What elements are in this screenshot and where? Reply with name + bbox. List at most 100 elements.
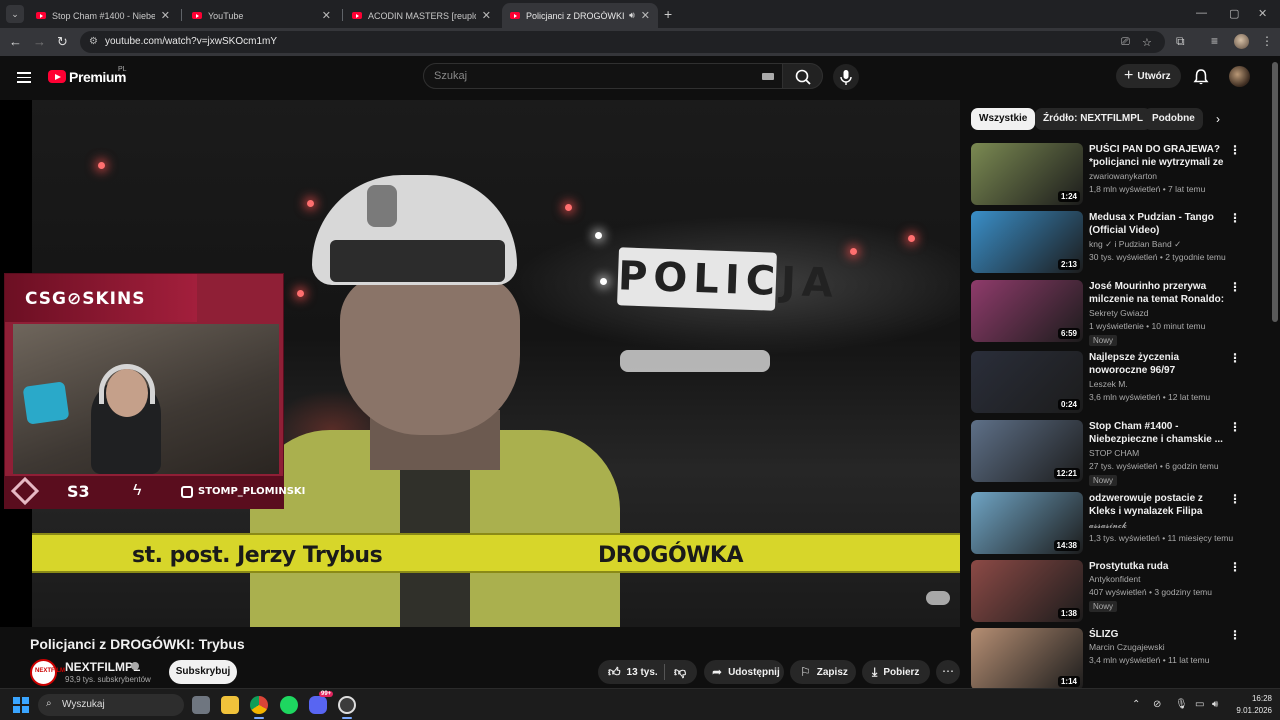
recommendation-item[interactable]: 2:13 Medusa x Pudzian - Tango (Official V… [971,211,1251,273]
site-info-icon[interactable]: ⚙︎ [89,36,98,47]
reading-list-icon[interactable]: ≡ [1211,34,1218,48]
video-player[interactable]: POLICJA st. post. Jerzy Trybus DROGÓWKA … [0,100,960,627]
back-arrow-icon[interactable]: ← [9,34,22,49]
hamburger-menu-icon[interactable] [17,72,31,83]
recommendation-title[interactable]: Medusa x Pudzian - Tango (Official Video… [1089,211,1227,237]
more-options-icon[interactable]: ⋮ [1229,492,1241,506]
close-tab-icon[interactable]: ✕ [641,9,650,22]
more-options-icon[interactable]: ⋮ [1229,628,1241,642]
file-explorer-icon[interactable] [221,696,239,714]
more-options-icon[interactable]: ⋮ [1229,211,1241,225]
recommendation-item[interactable]: 1:24 PUŚCI PAN DO GRAJEWA? *policjanci ni… [971,143,1251,205]
recommendation-channel[interactable]: Sekrety Gwiazd [1089,308,1149,318]
cast-icon[interactable]: ⎚ [1121,36,1130,49]
save-button[interactable]: ⚐ Zapisz [790,660,856,684]
browser-tab-active[interactable]: Policjanci z DROGÓWKI: Try 🔊︎ ✕ [502,3,658,28]
page-scrollbar[interactable] [1272,62,1278,322]
channel-avatar[interactable]: NEXTFILM [30,659,65,686]
windows-start-icon[interactable] [13,697,29,713]
browser-menu-icon[interactable]: ⋮ [1261,34,1273,48]
more-options-icon[interactable]: ⋮ [1229,351,1241,365]
recommendation-item[interactable]: 0:24 Najlepsze życzenia noworoczne 96/97 L… [971,351,1251,413]
recommendation-title[interactable]: Najlepsze życzenia noworoczne 96/97 [1089,351,1227,377]
recommendation-channel[interactable]: kng ✓ i Pudzian Band ✓ [1089,239,1181,250]
spotify-icon[interactable] [280,696,298,714]
dislike-button[interactable]: 👎︎ [672,660,697,684]
recommendation-title[interactable]: PUŚCI PAN DO GRAJEWA? *policjanci nie wy… [1089,143,1227,169]
recommendation-channel[interactable]: Marcin Czugajewski [1089,642,1165,652]
video-thumbnail[interactable]: 1:14 [971,628,1083,690]
recommendation-title[interactable]: odzwerowuje postacie z Kleks i wynalazek… [1089,492,1227,518]
close-tab-icon[interactable]: ✕ [322,9,331,22]
share-button[interactable]: ➦ Udostępnij [704,660,784,684]
url-text[interactable]: youtube.com/watch?v=jxwSKOcm1mY [105,36,277,47]
keyboard-icon[interactable] [762,73,774,80]
speaker-icon[interactable]: 🔊︎ [629,10,635,21]
chrome-icon[interactable] [250,696,268,714]
video-thumbnail[interactable]: 1:24 [971,143,1083,205]
task-view-icon[interactable] [192,696,210,714]
recommendation-channel[interactable]: Antykonfident [1089,574,1141,584]
browser-profile-avatar[interactable] [1234,34,1249,49]
download-button[interactable]: ⤓ Pobierz [862,660,930,684]
recommendation-item[interactable]: 14:38 odzwerowuje postacie z Kleks i wyna… [971,492,1251,554]
recommendation-title[interactable]: Stop Cham #1400 - Niebezpieczne i chamsk… [1089,420,1227,446]
network-icon[interactable]: ⊘ [1153,699,1161,710]
discord-icon[interactable]: 99+ [309,691,334,714]
search-button[interactable] [782,63,823,89]
more-options-icon[interactable]: ⋮ [1229,420,1241,434]
notifications-bell-icon[interactable] [1192,68,1210,86]
obs-icon[interactable] [338,696,356,714]
more-options-icon[interactable]: ⋮ [1229,560,1241,574]
recommendation-channel[interactable]: zwariowanykarton [1089,171,1157,181]
reload-icon[interactable]: ↻ [57,34,68,50]
minimize-icon[interactable]: — [1196,7,1207,19]
recommendation-channel[interactable]: STOP CHAM [1089,448,1139,458]
browser-tab[interactable]: YouTube ✕ [184,3,339,28]
close-tab-icon[interactable]: ✕ [482,9,491,22]
bookmark-star-icon[interactable]: ☆ [1142,36,1152,49]
chip-source[interactable]: Źródło: NEXTFILMPL [1035,108,1151,130]
more-actions-icon[interactable]: ⋯ [936,660,960,684]
chip-related[interactable]: Podobne [1144,108,1203,130]
show-hidden-icons-icon[interactable]: ⌃ [1132,699,1140,710]
like-button[interactable]: 👍︎ 13 tys. [608,665,658,680]
display-icon[interactable]: ▭ [1195,699,1204,710]
tab-search-button[interactable]: ⌄ [6,5,24,23]
recommendation-title[interactable]: Prostytutka ruda [1089,560,1227,573]
video-thumbnail[interactable]: 0:24 [971,351,1083,413]
recommendation-item[interactable]: 6:59 José Mourinho przerywa milczenie na … [971,280,1251,346]
close-tab-icon[interactable]: ✕ [161,9,170,22]
microphone-tray-icon[interactable]: 🎙︎ [1175,699,1188,710]
channel-watermark-icon[interactable] [926,591,950,605]
video-thumbnail[interactable]: 6:59 [971,280,1083,342]
browser-tab[interactable]: Stop Cham #1400 - Niebezpiecz ✕ [28,3,178,28]
extensions-icon[interactable]: ⧉ [1176,34,1185,49]
maximize-icon[interactable]: ▢ [1229,7,1239,20]
channel-name[interactable]: NEXTFILMPL [65,660,140,674]
video-thumbnail[interactable]: 2:13 [971,211,1083,273]
recommendation-channel[interactable]: Leszek M. [1089,379,1128,389]
volume-icon[interactable]: 🔊︎ [1212,699,1218,710]
chip-all[interactable]: Wszystkie [971,108,1036,130]
more-options-icon[interactable]: ⋮ [1229,143,1241,157]
address-bar[interactable]: ⚙︎ youtube.com/watch?v=jxwSKOcm1mY ⎚ ☆ [80,31,1165,53]
video-thumbnail[interactable]: 12:21 [971,420,1083,482]
new-tab-button[interactable]: + [664,6,672,22]
account-avatar[interactable] [1229,66,1250,87]
browser-tab[interactable]: ACODIN MASTERS [reupload] ✕ [344,3,499,28]
recommendation-item[interactable]: 1:14 ŚLIZG Marcin Czugajewski 3,4 mln wyświ… [971,628,1251,690]
system-clock[interactable]: 16:28 9.01.2026 [1232,693,1272,717]
close-window-icon[interactable]: ✕ [1258,7,1267,20]
video-thumbnail[interactable]: 14:38 [971,492,1083,554]
forward-arrow-icon[interactable]: → [33,34,46,49]
recommendation-item[interactable]: 12:21 Stop Cham #1400 - Niebezpieczne i c… [971,420,1251,486]
video-thumbnail[interactable]: 1:38 [971,560,1083,622]
youtube-logo-icon[interactable] [48,70,66,83]
recommendation-item[interactable]: 1:38 Prostytutka ruda Antykonfident 407 wyś… [971,560,1251,622]
search-input[interactable]: Szukaj [423,63,783,89]
chevron-right-icon[interactable]: › [1216,112,1220,126]
subscribe-button[interactable]: Subskrybuj [169,660,237,684]
recommendation-title[interactable]: ŚLIZG [1089,628,1227,641]
taskbar-search-input[interactable]: ⌕ Wyszukaj [38,694,184,716]
